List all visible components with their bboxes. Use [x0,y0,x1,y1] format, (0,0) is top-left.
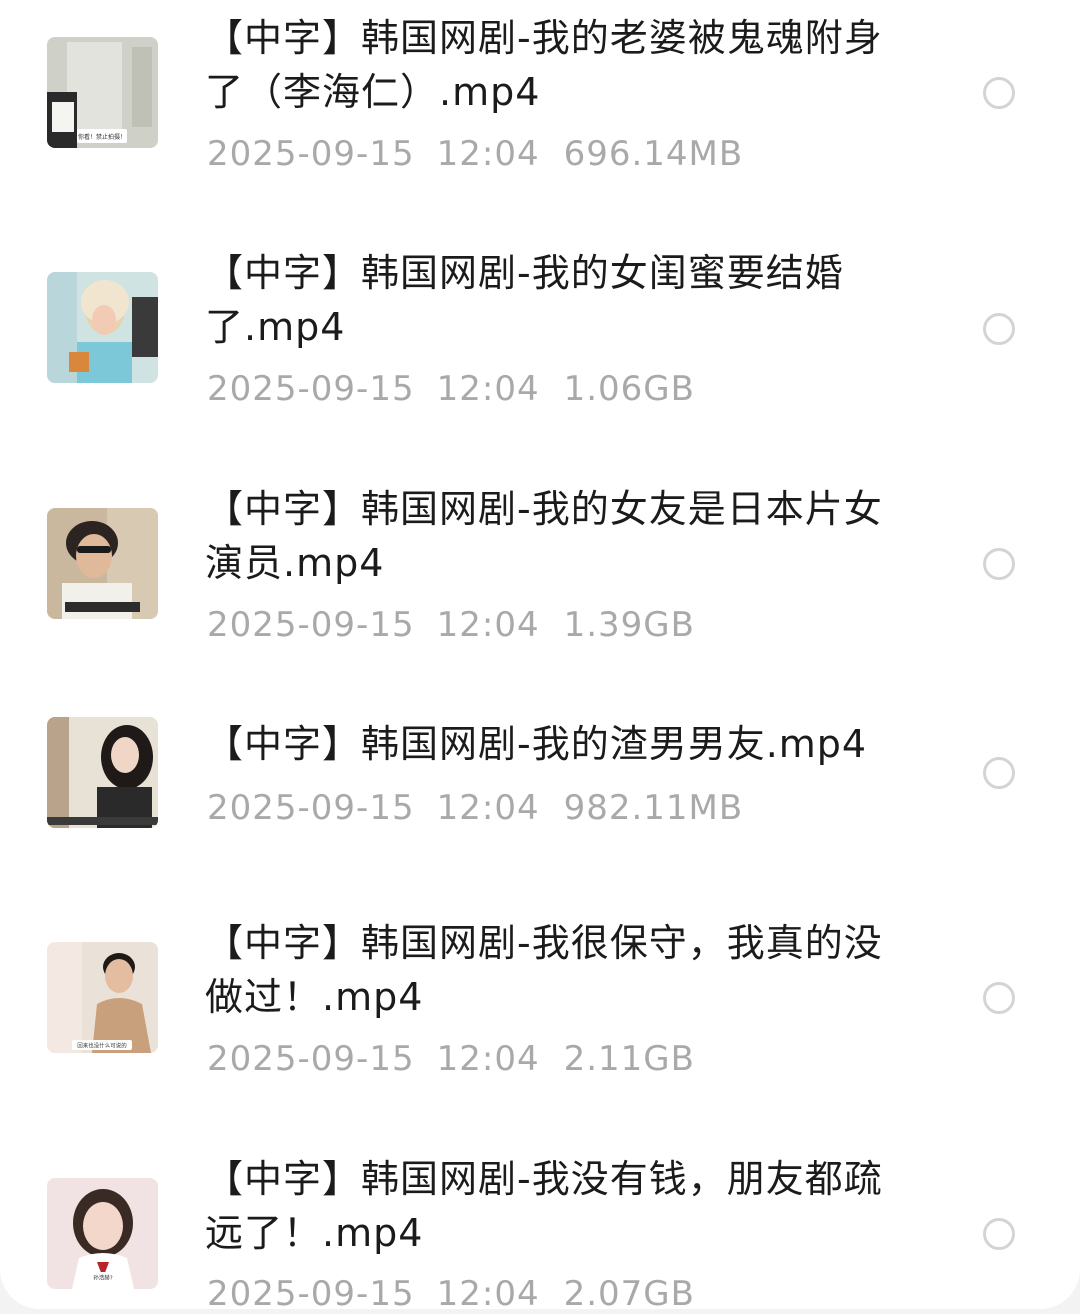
file-title: 【中字】韩国网剧-我的老婆被鬼魂附身了（李海仁）.mp4 [205,16,883,114]
select-radio[interactable] [983,982,1015,1014]
file-time: 12:04 [436,788,540,828]
file-time: 12:04 [436,134,540,174]
file-date: 2025-09-15 [207,605,415,645]
file-title: 【中字】韩国网剧-我没有钱，朋友都疏远了！.mp4 [205,1157,883,1255]
file-size: 982.11MB [563,788,744,828]
file-meta: 2025-09-15 12:04 1.06GB [207,369,695,409]
video-thumbnail: 孙浩赫? [47,1178,158,1289]
file-time: 12:04 [436,369,540,409]
svg-text:你看！禁止拍摄！: 你看！禁止拍摄！ [78,133,126,141]
file-size: 1.39GB [563,605,695,645]
select-radio[interactable] [983,313,1015,345]
file-time: 12:04 [436,605,540,645]
svg-text:孙浩赫?: 孙浩赫? [93,1274,113,1282]
file-meta: 2025-09-15 12:04 982.11MB [207,788,743,828]
file-date: 2025-09-15 [207,1039,415,1079]
file-list-panel: 你看！禁止拍摄！ 【中字】韩国网剧-我的老婆被鬼魂附身了（李海仁）.mp4 20… [0,0,1080,1314]
video-thumbnail: 回来也没什么可说的 [47,942,158,1053]
select-radio[interactable] [983,1218,1015,1250]
file-date: 2025-09-15 [207,369,415,409]
file-meta: 2025-09-15 12:04 2.11GB [207,1039,695,1079]
file-time: 12:04 [436,1039,540,1079]
video-thumbnail [47,508,158,619]
file-title: 【中字】韩国网剧-我的女闺蜜要结婚了.mp4 [205,251,844,349]
file-time: 12:04 [436,1274,540,1314]
select-radio[interactable] [983,548,1015,580]
file-size: 2.11GB [563,1039,695,1079]
svg-text:回来也没什么可说的: 回来也没什么可说的 [77,1042,127,1050]
select-radio[interactable] [983,757,1015,789]
video-thumbnail [47,717,158,828]
file-date: 2025-09-15 [207,134,415,174]
file-meta: 2025-09-15 12:04 2.07GB [207,1274,695,1314]
file-size: 696.14MB [563,134,744,174]
file-meta: 2025-09-15 12:04 696.14MB [207,134,743,174]
file-size: 2.07GB [563,1274,695,1314]
file-title: 【中字】韩国网剧-我很保守，我真的没做过！.mp4 [205,921,883,1019]
select-radio[interactable] [983,77,1015,109]
file-size: 1.06GB [563,369,695,409]
video-thumbnail [47,272,158,383]
file-meta: 2025-09-15 12:04 1.39GB [207,605,695,645]
video-thumbnail: 你看！禁止拍摄！ [47,37,158,148]
file-date: 2025-09-15 [207,1274,415,1314]
file-title: 【中字】韩国网剧-我的渣男男友.mp4 [205,722,868,766]
file-date: 2025-09-15 [207,788,415,828]
file-title: 【中字】韩国网剧-我的女友是日本片女演员.mp4 [205,487,883,585]
